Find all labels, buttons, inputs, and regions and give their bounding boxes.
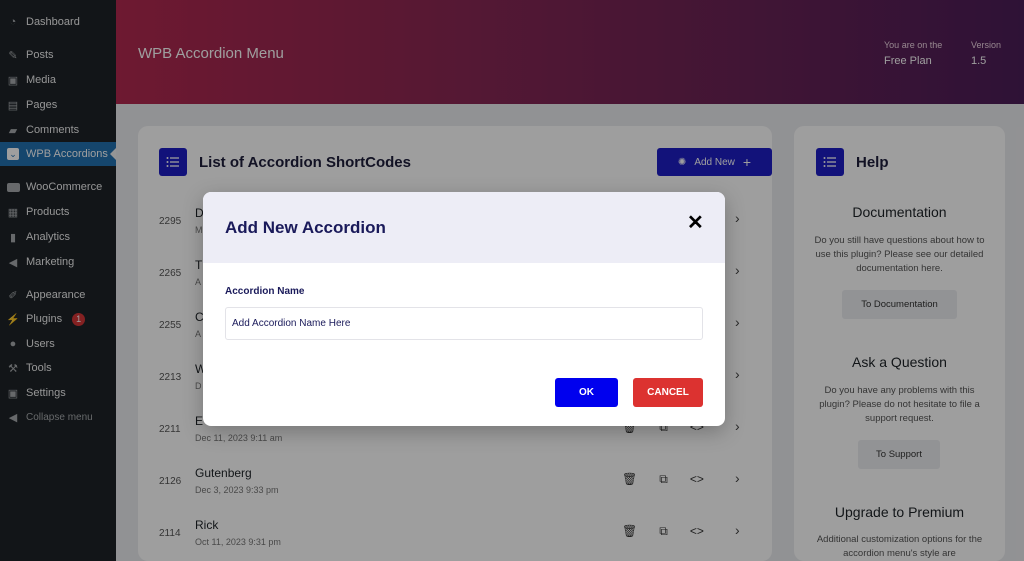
close-icon[interactable]: ✕: [687, 210, 704, 235]
modal-header: Add New Accordion ✕: [203, 192, 725, 263]
accordion-name-input[interactable]: [225, 307, 703, 340]
modal-title: Add New Accordion: [225, 218, 386, 237]
add-accordion-modal: Add New Accordion ✕ Accordion Name OK CA…: [203, 192, 725, 426]
accordion-name-label: Accordion Name: [225, 286, 305, 297]
ok-button[interactable]: OK: [555, 378, 618, 407]
cancel-button[interactable]: CANCEL: [633, 378, 703, 407]
